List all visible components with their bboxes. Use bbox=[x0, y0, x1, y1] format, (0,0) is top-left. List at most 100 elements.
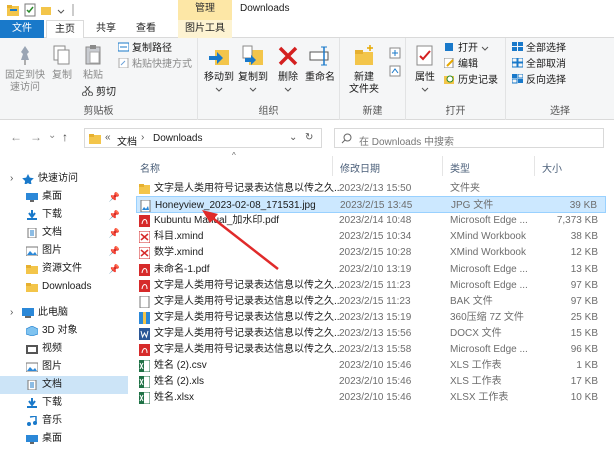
nav-item[interactable]: 桌面 📌 bbox=[0, 188, 128, 206]
file-size: 13 KB bbox=[570, 263, 598, 275]
column-size[interactable]: 大小 bbox=[542, 160, 562, 175]
file-row[interactable]: 文字是人类用符号记录表达信息以传之久... 2023/2/13 15:56 DOCX… bbox=[136, 325, 606, 342]
file-size: 10 KB bbox=[570, 392, 598, 404]
nav-item[interactable]: 文档 bbox=[0, 376, 128, 394]
nav-item[interactable]: 图片 📌 bbox=[0, 242, 128, 260]
file-type: Microsoft Edge ... bbox=[450, 344, 528, 355]
delete-button[interactable]: 删除 bbox=[274, 44, 302, 96]
open-button[interactable]: 打开 bbox=[444, 42, 489, 56]
file-row[interactable]: 文字是人类用符号记录表达信息以传之久... 2023/2/13 15:50 文件夹 bbox=[136, 180, 606, 197]
nav-item[interactable]: › 快速访问 bbox=[0, 170, 128, 188]
file-row[interactable]: 文字是人类用符号记录表达信息以传之久... 2023/2/15 11:23 Micr… bbox=[136, 277, 606, 294]
new-folder-label: 新建 文件夹 bbox=[349, 72, 379, 95]
rename-button[interactable]: 重命名 bbox=[302, 44, 338, 84]
file-row[interactable]: 未命名-1.pdf 2023/2/10 13:19 Microsoft Edge .… bbox=[136, 261, 606, 278]
nav-item[interactable]: 资源文件 📌 bbox=[0, 260, 128, 278]
file-size: 17 KB bbox=[570, 376, 598, 388]
file-row[interactable]: 姓名 (2).xls 2023/2/10 15:46 XLS 工作表 17 KB bbox=[136, 373, 606, 390]
address-field[interactable]: « 文档 › Downloads ⌄ ↻ bbox=[84, 128, 322, 148]
paste-shortcut-button[interactable]: 粘贴快捷方式 bbox=[118, 58, 192, 72]
copy-path-button[interactable]: 复制路径 bbox=[118, 42, 172, 56]
back-button[interactable]: ← bbox=[10, 130, 22, 144]
column-separator[interactable] bbox=[442, 156, 443, 176]
expand-chevron-icon[interactable]: › bbox=[10, 304, 13, 322]
tab-share[interactable]: 共享 bbox=[88, 20, 124, 38]
file-date: 2023/2/10 15:46 bbox=[339, 376, 412, 388]
rename-icon bbox=[309, 46, 329, 66]
tab-home[interactable]: 主页 bbox=[46, 20, 84, 39]
copy-button[interactable]: 复制 bbox=[48, 44, 76, 82]
select-all-button[interactable]: 全部选择 bbox=[512, 42, 566, 56]
recent-locations-dropdown[interactable]: ⌄ bbox=[48, 130, 56, 141]
delete-x-icon bbox=[278, 46, 298, 66]
file-row[interactable]: 文字是人类用符号记录表达信息以传之久... 2023/2/15 11:23 BAK … bbox=[136, 293, 606, 310]
file-row[interactable]: 数学.xmind 2023/2/15 10:28 XMind Workbook 12 … bbox=[136, 244, 606, 261]
explorer-app-icon[interactable] bbox=[6, 3, 20, 17]
nav-item-label: 桌面 bbox=[42, 433, 62, 444]
select-none-button[interactable]: 全部取消 bbox=[512, 58, 566, 72]
column-date[interactable]: 修改日期 bbox=[340, 160, 380, 175]
edit-button[interactable]: 编辑 bbox=[444, 58, 478, 72]
file-row[interactable]: 姓名.xlsx 2023/2/10 15:46 XLSX 工作表 10 KB bbox=[136, 389, 606, 406]
download-icon bbox=[27, 398, 37, 408]
document-icon bbox=[27, 380, 37, 390]
move-to-dropdown-icon bbox=[215, 87, 223, 92]
invert-selection-button[interactable]: 反向选择 bbox=[512, 74, 566, 88]
nav-item[interactable]: 下载 bbox=[0, 394, 128, 412]
nav-item[interactable]: 桌面 bbox=[0, 430, 128, 448]
tab-file[interactable]: 文件 bbox=[0, 20, 44, 38]
nav-item[interactable]: › 此电脑 bbox=[0, 304, 128, 322]
qat-dropdown-icon[interactable] bbox=[56, 3, 66, 17]
up-button[interactable]: ↑ bbox=[62, 130, 68, 144]
expand-chevron-icon[interactable]: › bbox=[10, 170, 13, 188]
column-name[interactable]: 名称 bbox=[140, 160, 160, 175]
new-item-icon[interactable] bbox=[388, 46, 402, 60]
breadcrumb-documents[interactable]: 文档 bbox=[117, 133, 137, 148]
column-type[interactable]: 类型 bbox=[450, 160, 470, 175]
breadcrumb-overflow[interactable]: « bbox=[105, 132, 111, 143]
easy-access-icon[interactable] bbox=[388, 64, 402, 78]
cut-button[interactable]: 剪切 bbox=[82, 86, 116, 100]
file-type: Microsoft Edge ... bbox=[450, 263, 528, 275]
nav-item[interactable]: 图片 bbox=[0, 358, 128, 376]
address-dropdown[interactable]: ⌄ bbox=[289, 132, 297, 143]
file-row[interactable]: 姓名 (2).csv 2023/2/10 15:46 XLS 工作表 1 KB bbox=[136, 357, 606, 374]
breadcrumb-arrow[interactable]: › bbox=[141, 132, 144, 143]
paste-button[interactable]: 粘贴 bbox=[78, 44, 108, 82]
nav-item[interactable]: 音乐 bbox=[0, 412, 128, 430]
nav-item-label: 下载 bbox=[42, 397, 62, 408]
file-name: 姓名 (2).xls bbox=[154, 376, 204, 388]
file-row[interactable]: 文字是人类用符号记录表达信息以传之久... 2023/2/13 15:58 Micr… bbox=[136, 341, 606, 358]
file-type: DOCX 文件 bbox=[450, 327, 502, 339]
nav-item[interactable]: 3D 对象 bbox=[0, 322, 128, 340]
tab-view[interactable]: 查看 bbox=[128, 20, 164, 38]
history-icon bbox=[444, 75, 454, 84]
search-box[interactable]: 在 Downloads 中搜索 bbox=[334, 128, 604, 148]
new-folder-quick-icon[interactable] bbox=[40, 3, 52, 17]
file-row[interactable]: Honeyview_2023-02-08_171531.jpg 2023/2/15… bbox=[136, 196, 606, 214]
move-to-button[interactable]: 移动到 bbox=[202, 44, 236, 96]
column-separator[interactable] bbox=[534, 156, 535, 176]
tab-picture-tools[interactable]: 图片工具 bbox=[178, 20, 232, 38]
properties-button[interactable]: 属性 bbox=[410, 44, 440, 96]
open-icon bbox=[445, 43, 453, 51]
blank-file-icon bbox=[139, 295, 150, 308]
nav-item[interactable]: Downloads bbox=[0, 278, 128, 296]
forward-button[interactable]: → bbox=[30, 130, 42, 144]
file-row[interactable]: 文字是人类用符号记录表达信息以传之久... 2023/2/13 15:19 360压… bbox=[136, 309, 606, 326]
file-date: 2023/2/15 10:28 bbox=[339, 247, 412, 259]
nav-item[interactable]: 下载 📌 bbox=[0, 206, 128, 224]
column-separator[interactable] bbox=[332, 156, 333, 176]
new-folder-button[interactable]: 新建 文件夹 bbox=[344, 44, 384, 96]
history-button[interactable]: 历史记录 bbox=[444, 74, 498, 88]
pin-quick-access-button[interactable]: 固定到快 速访问 bbox=[2, 44, 48, 94]
nav-item[interactable]: 文档 📌 bbox=[0, 224, 128, 242]
breadcrumb-downloads[interactable]: Downloads bbox=[153, 133, 202, 144]
file-row[interactable]: Kubuntu Manual_加水印.pdf 2023/2/14 10:48 Mic… bbox=[136, 212, 606, 229]
nav-item[interactable]: 视频 bbox=[0, 340, 128, 358]
properties-check-icon[interactable] bbox=[24, 3, 36, 17]
file-row[interactable]: 科目.xmind 2023/2/15 10:34 XMind Workbook 38 … bbox=[136, 228, 606, 245]
refresh-button[interactable]: ↻ bbox=[305, 132, 313, 143]
copy-to-button[interactable]: 复制到 bbox=[236, 44, 270, 96]
pdf-file-icon bbox=[139, 263, 150, 276]
